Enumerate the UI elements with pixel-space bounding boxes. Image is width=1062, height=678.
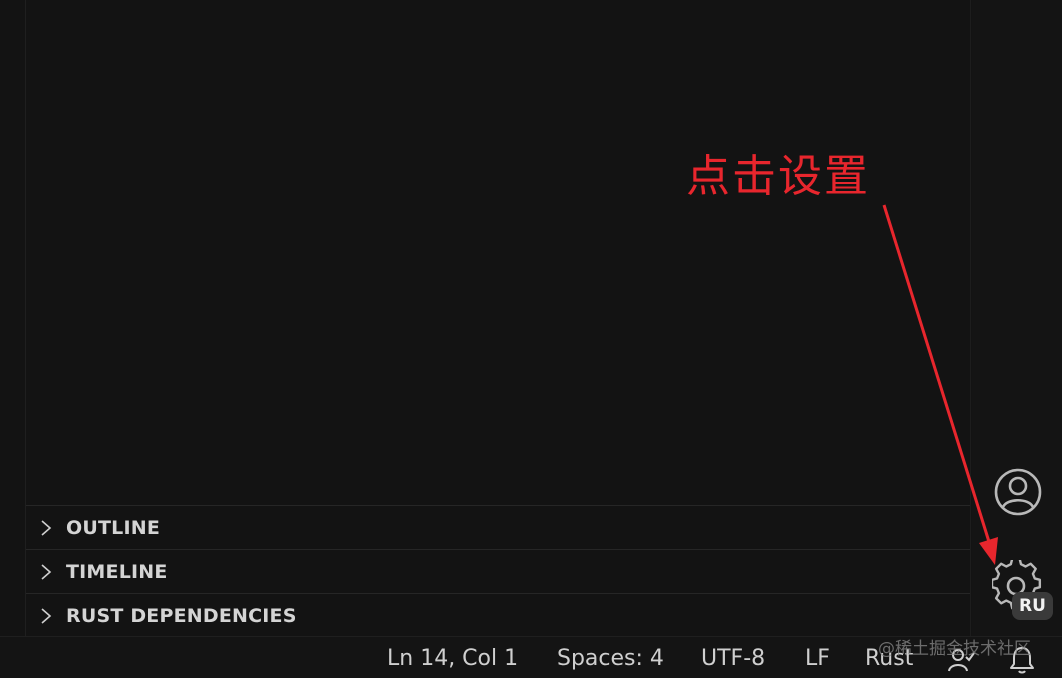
panel-header-timeline[interactable]: TIMELINE — [26, 549, 970, 593]
annotation-arrow — [882, 204, 998, 565]
panel-header-label: OUTLINE — [66, 516, 160, 539]
chevron-right-icon — [26, 594, 66, 638]
profile-badge: RU — [1012, 592, 1053, 620]
panel-header-outline[interactable]: OUTLINE — [26, 505, 970, 549]
panel-header-label: TIMELINE — [66, 560, 168, 583]
chevron-right-icon — [26, 506, 66, 550]
chevron-right-icon — [26, 550, 66, 594]
vscode-window: OUTLINE TIMELINE RUST DEPENDENCIES RU Ln… — [0, 0, 1062, 678]
status-cursor-position[interactable]: Ln 14, Col 1 — [387, 637, 518, 678]
panel-header-rust-dependencies[interactable]: RUST DEPENDENCIES — [26, 593, 970, 637]
status-indentation[interactable]: Spaces: 4 — [557, 637, 664, 678]
status-line-ending[interactable]: LF — [805, 637, 830, 678]
sidebar-empty-area — [26, 0, 970, 505]
sidebar-panel-list: OUTLINE TIMELINE RUST DEPENDENCIES — [26, 505, 970, 637]
status-encoding[interactable]: UTF-8 — [701, 637, 765, 678]
panel-header-label: RUST DEPENDENCIES — [66, 604, 297, 627]
watermark: @稀土掘金技术社区 — [878, 639, 1031, 659]
annotation-label: 点击设置 — [686, 151, 870, 202]
sidebar: OUTLINE TIMELINE RUST DEPENDENCIES — [0, 0, 972, 636]
